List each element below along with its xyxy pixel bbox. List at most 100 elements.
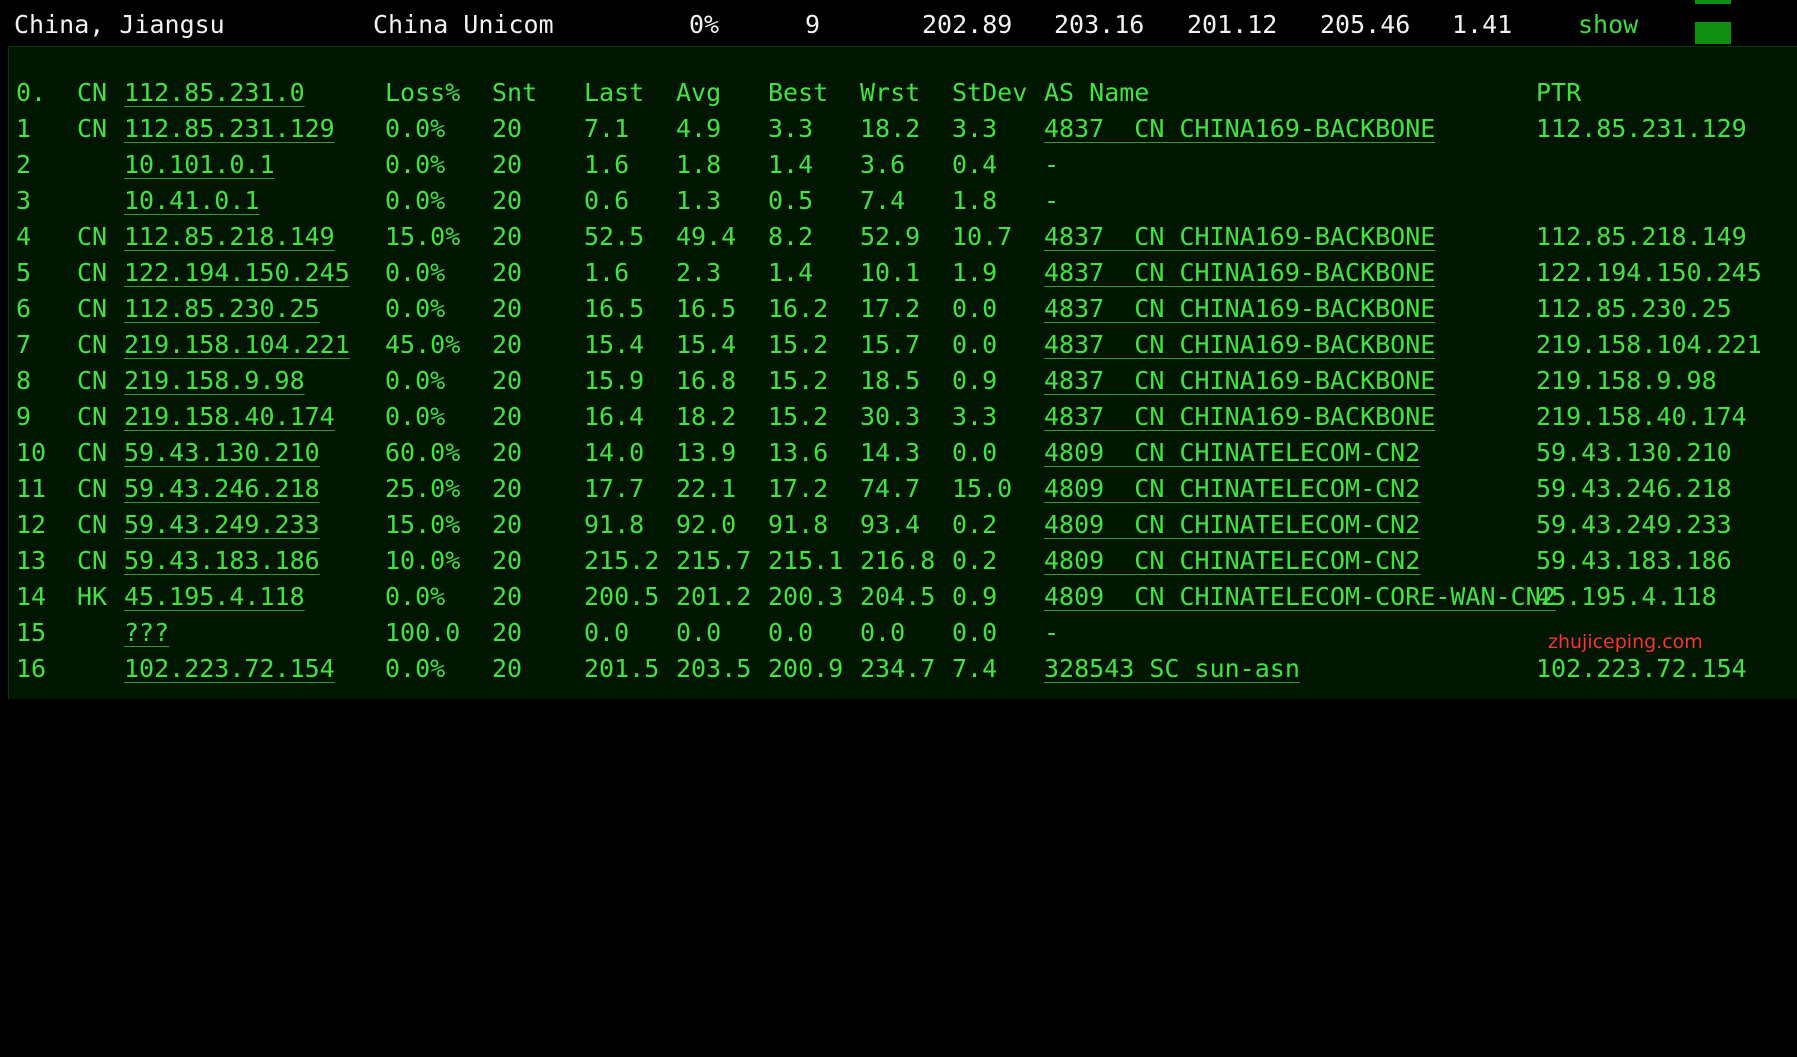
worst-value: 15.7	[860, 330, 921, 359]
worst-value: 7.4	[860, 186, 906, 215]
as-name-link[interactable]: 4809 CN CHINATELECOM-CN2	[1044, 543, 1420, 579]
stdev-value: 0.0	[952, 330, 998, 359]
as-name-link[interactable]: 4837 CN CHINA169-BACKBONE	[1044, 291, 1435, 327]
as-name-link[interactable]: 4837 CN CHINA169-BACKBONE	[1044, 219, 1435, 255]
worst-value: 216.8	[860, 546, 936, 575]
loss-value: 0.0%	[385, 150, 446, 179]
hop-ip-link[interactable]: ???	[124, 615, 169, 651]
as-name-link[interactable]: 4837 CN CHINA169-BACKBONE	[1044, 111, 1435, 147]
hop-ip-link[interactable]: 10.101.0.1	[124, 147, 275, 183]
last-value: 15.9	[584, 366, 645, 395]
loss-value: 0.0%	[385, 366, 446, 395]
header-last: Last	[584, 78, 645, 107]
as-name-link[interactable]: 4809 CN CHINATELECOM-CORE-WAN-CN2	[1044, 579, 1556, 615]
as-name-link[interactable]: 4837 CN CHINA169-BACKBONE	[1044, 363, 1435, 399]
loss-value: 0.0%	[385, 582, 446, 611]
trace-panel: 0. CN 112.85.231.0 Loss% Snt Last Avg Be…	[8, 46, 1797, 699]
hop-ip-link[interactable]: 45.195.4.118	[124, 579, 305, 615]
best-value: 200.3	[768, 582, 844, 611]
country-code: CN	[77, 114, 108, 143]
sent-value: 20	[492, 150, 523, 179]
summary-location: China, Jiangsu	[14, 10, 225, 39]
last-value: 7.1	[584, 114, 630, 143]
summary-loss: 0%	[689, 10, 720, 39]
best-value: 1.4	[768, 258, 814, 287]
best-value: 91.8	[768, 510, 829, 539]
show-toggle-link[interactable]: show	[1578, 8, 1638, 42]
sent-value: 20	[492, 222, 523, 251]
avg-value: 15.4	[676, 330, 737, 359]
best-value: 200.9	[768, 654, 844, 683]
hop-ip-link[interactable]: 102.223.72.154	[124, 651, 335, 687]
summary-isp: China Unicom	[373, 10, 554, 39]
hop-number: 3	[16, 186, 32, 215]
hop-ip-link[interactable]: 59.43.183.186	[124, 543, 320, 579]
header-snt: Snt	[492, 78, 538, 107]
header-ptr: PTR	[1536, 78, 1582, 107]
as-name-link[interactable]: 4809 CN CHINATELECOM-CN2	[1044, 507, 1420, 543]
stdev-value: 0.2	[952, 510, 998, 539]
trace-row: 13 CN 59.43.183.186 10.0% 20 215.2 215.7…	[9, 543, 1797, 579]
ptr-value: 219.158.9.98	[1536, 366, 1717, 395]
hop-number: 15	[16, 618, 47, 647]
loss-value: 0.0%	[385, 654, 446, 683]
trace-header-row: 0. CN 112.85.231.0 Loss% Snt Last Avg Be…	[9, 75, 1797, 111]
hop-ip-link[interactable]: 112.85.230.25	[124, 291, 320, 327]
as-name-link[interactable]: 4809 CN CHINATELECOM-CN2	[1044, 435, 1420, 471]
best-value: 8.2	[768, 222, 814, 251]
hop-number: 10	[16, 438, 47, 467]
stdev-value: 10.7	[952, 222, 1013, 251]
hop-ip-link[interactable]: 112.85.218.149	[124, 219, 335, 255]
country-code: CN	[77, 402, 108, 431]
avg-value: 203.5	[676, 654, 752, 683]
hop-ip-link[interactable]: 219.158.9.98	[124, 363, 305, 399]
hop-ip-link[interactable]: 59.43.246.218	[124, 471, 320, 507]
last-value: 16.4	[584, 402, 645, 431]
country-code: CN	[77, 258, 108, 287]
as-name-link[interactable]: 4809 CN CHINATELECOM-CN2	[1044, 471, 1420, 507]
hop-ip-link[interactable]: 59.43.249.233	[124, 507, 320, 543]
hop-ip-link[interactable]: 219.158.40.174	[124, 399, 335, 435]
loss-value: 0.0%	[385, 186, 446, 215]
hop-ip-link[interactable]: 219.158.104.221	[124, 327, 350, 363]
watermark-text: zhujiceping.com	[1548, 631, 1703, 653]
last-value: 91.8	[584, 510, 645, 539]
worst-value: 10.1	[860, 258, 921, 287]
stdev-value: 15.0	[952, 474, 1013, 503]
ptr-value: 112.85.231.129	[1536, 114, 1747, 143]
sent-value: 20	[492, 438, 523, 467]
best-value: 17.2	[768, 474, 829, 503]
stdev-value: 0.2	[952, 546, 998, 575]
as-name-link[interactable]: 4837 CN CHINA169-BACKBONE	[1044, 399, 1435, 435]
worst-value: 3.6	[860, 150, 906, 179]
hop-ip-link[interactable]: 122.194.150.245	[124, 255, 350, 291]
as-name-link[interactable]: 4837 CN CHINA169-BACKBONE	[1044, 255, 1435, 291]
worst-value: 14.3	[860, 438, 921, 467]
target-ip-link[interactable]: 112.85.231.0	[124, 75, 305, 111]
last-value: 0.6	[584, 186, 630, 215]
best-value: 16.2	[768, 294, 829, 323]
collapse-bar-toggle[interactable]	[1695, 22, 1731, 44]
hop-ip-link[interactable]: 59.43.130.210	[124, 435, 320, 471]
ptr-value: 102.223.72.154	[1536, 654, 1747, 683]
hop-number: 1	[16, 114, 32, 143]
as-name-link[interactable]: 328543 SC sun-asn	[1044, 651, 1300, 687]
as-name-text: -	[1044, 618, 1060, 647]
ptr-value: 59.43.246.218	[1536, 474, 1732, 503]
header-stdev: StDev	[952, 78, 1028, 107]
ptr-value: 122.194.150.245	[1536, 258, 1762, 287]
summary-last: 202.89	[922, 10, 1013, 39]
worst-value: 18.5	[860, 366, 921, 395]
hop-ip-link[interactable]: 10.41.0.1	[124, 183, 259, 219]
as-name-link[interactable]: 4837 CN CHINA169-BACKBONE	[1044, 327, 1435, 363]
summary-worst: 205.46	[1320, 10, 1411, 39]
loss-value: 10.0%	[385, 546, 461, 575]
hop-ip-link[interactable]: 112.85.231.129	[124, 111, 335, 147]
trace-row: 15 ??? 100.0 20 0.0 0.0 0.0 0.0 0.0 -	[9, 615, 1797, 651]
trace-row: 8 CN 219.158.9.98 0.0% 20 15.9 16.8 15.2…	[9, 363, 1797, 399]
stdev-value: 0.9	[952, 366, 998, 395]
worst-value: 234.7	[860, 654, 936, 683]
best-value: 215.1	[768, 546, 844, 575]
best-value: 15.2	[768, 366, 829, 395]
hop-number: 12	[16, 510, 47, 539]
